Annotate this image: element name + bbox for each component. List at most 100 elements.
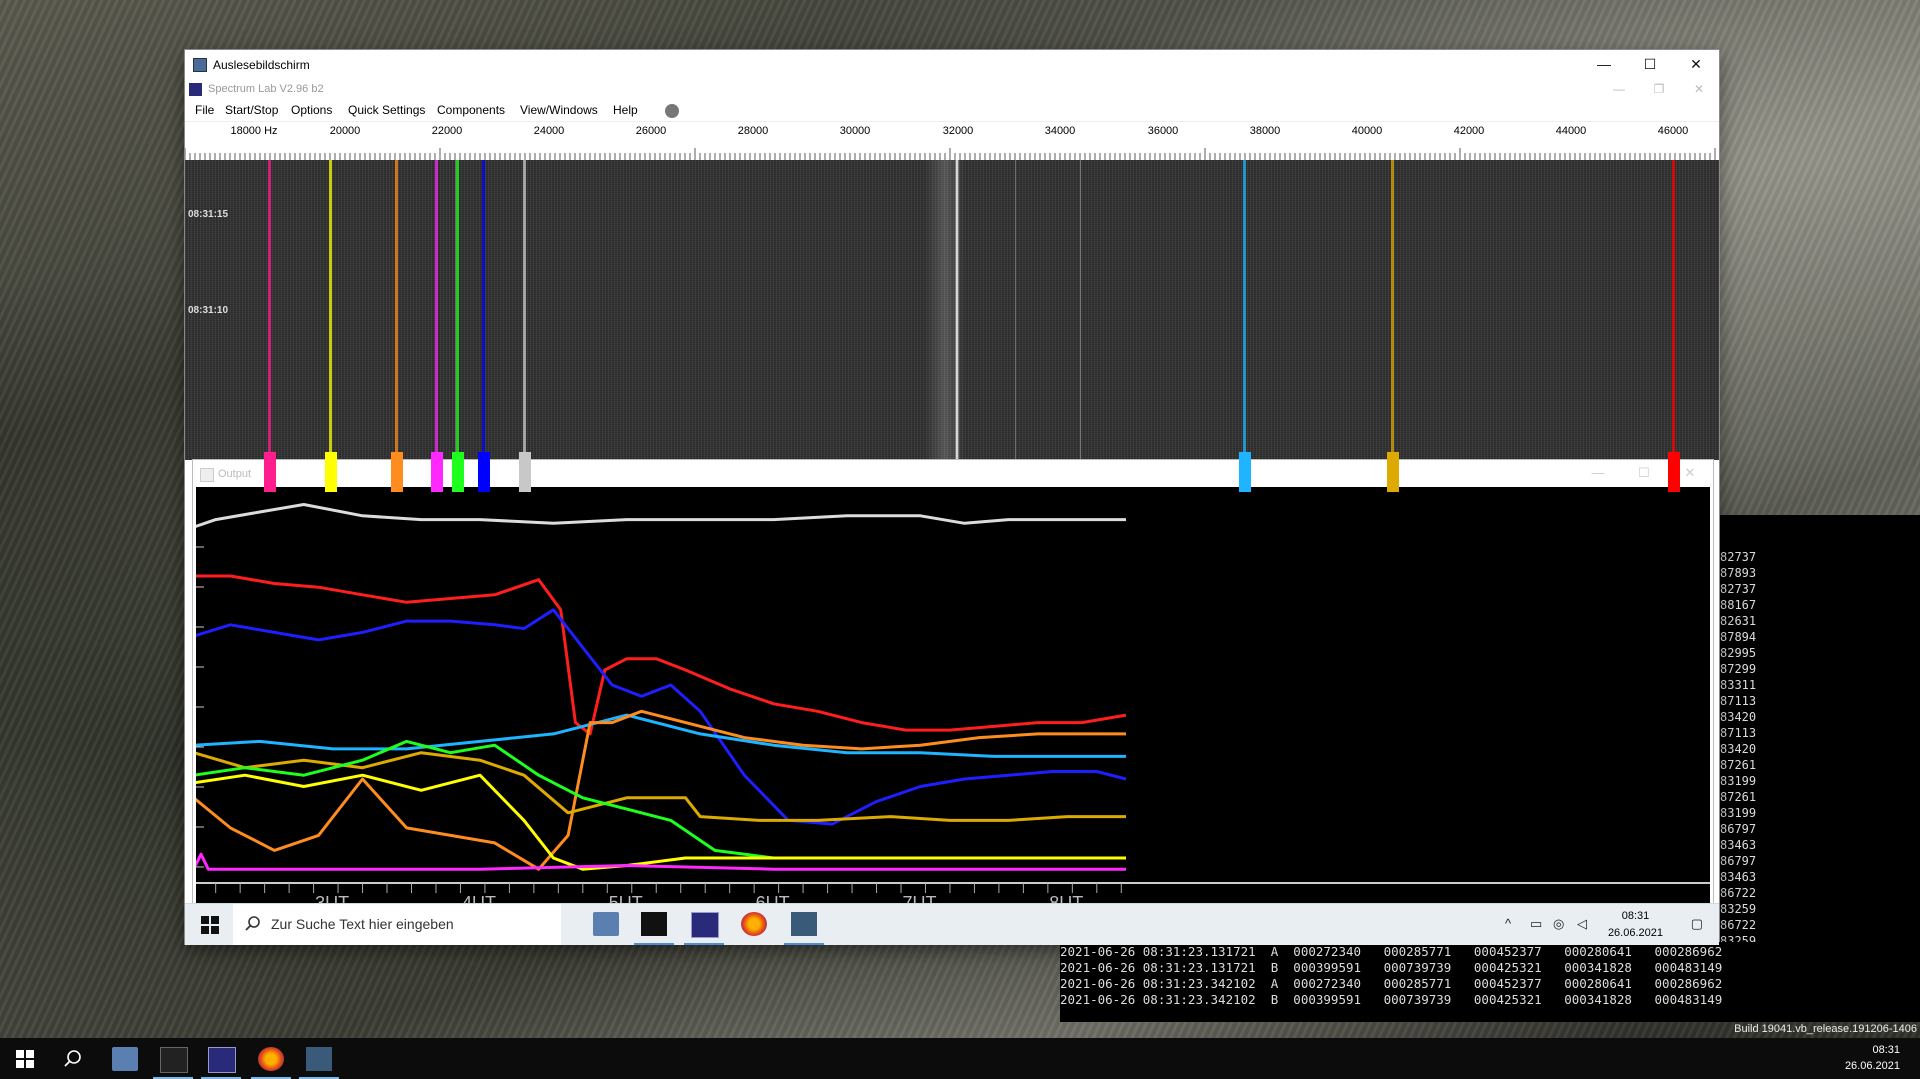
menu-start-stop[interactable]: Start/Stop [225,103,278,117]
console-line: 83259 [1720,902,1757,916]
series-line [196,773,1126,871]
frequency-marker-line[interactable] [395,160,398,460]
menu-options[interactable]: Options [291,103,332,117]
frequency-marker-line[interactable] [435,160,438,460]
windows-start-icon[interactable] [16,1050,34,1068]
taskbar: 08:31 26.06.2021 [0,1038,1920,1079]
menu-file[interactable]: File [195,103,214,117]
calculator-icon[interactable] [593,912,619,936]
maximize-button[interactable]: ☐ [1627,50,1673,79]
python-app-icon[interactable] [306,1047,332,1071]
waterfall-time: 08:31:10 [188,305,229,316]
output-minimize-button[interactable]: — [1575,460,1621,486]
spectrum-close-button[interactable]: ✕ [1679,79,1719,100]
console-line: 87113 [1720,694,1757,708]
frequency-marker-block[interactable] [325,452,337,492]
frequency-marker-block[interactable] [1239,452,1251,492]
inner-clock-date: 26.06.2021 [1607,927,1663,939]
output-icon [200,468,214,482]
minimize-button[interactable]: — [1581,50,1627,79]
console-line: 86722 [1720,918,1757,932]
console-line: 88167 [1720,598,1757,612]
spectrum-minimize-button[interactable]: — [1599,79,1639,100]
active-indicator [784,943,824,945]
freq-label: 28000 [737,125,769,137]
firefox-icon[interactable] [258,1047,284,1071]
inner-search-box[interactable]: Zur Suche Text hier eingeben [233,904,561,945]
console-line: 86797 [1720,854,1757,868]
network-globe-icon[interactable]: ◎ [1553,916,1564,932]
active-indicator [684,943,724,945]
menu-help[interactable]: Help [613,103,638,117]
frequency-marker-line[interactable] [1243,160,1246,460]
console-line: 87113 [1720,726,1757,740]
firefox-icon[interactable] [741,912,767,936]
console-line: 83463 [1720,838,1757,852]
spectrum-lab-taskbar-icon[interactable] [691,912,719,938]
console-line: 82995 [1720,646,1757,660]
close-button[interactable]: ✕ [1673,50,1719,79]
spectrum-lab-titlebar[interactable]: Spectrum Lab V2.96 b2 — ❐ ✕ [185,79,1719,100]
waterfall-display[interactable]: 08:31:15 08:31:10 [185,160,1719,460]
frequency-marker-line[interactable] [1391,160,1394,460]
calculator-icon[interactable] [112,1047,138,1071]
notifications-icon[interactable]: ▢ [1691,916,1703,932]
console-line: 83311 [1720,678,1757,692]
console-row: 2021-06-26 08:31:23.342102 B 000399591 0… [1060,992,1723,1007]
active-indicator [634,943,674,945]
outer-titlebar[interactable]: Auslesebildschirm — ☐ ✕ [185,50,1719,79]
battery-icon[interactable]: ▭ [1530,916,1542,932]
frequency-marker-block[interactable] [1668,452,1680,492]
python-app-icon[interactable] [791,912,817,936]
console-line: 87261 [1720,790,1757,804]
freq-label: 32000 [942,125,974,137]
spectrum-lab-icon [189,83,202,96]
frequency-marker-block[interactable] [452,452,464,492]
inner-clock[interactable]: 08:31 26.06.2021 [1608,908,1663,942]
frequency-marker-line[interactable] [268,160,271,460]
app-icon [193,58,207,72]
frequency-marker-line[interactable] [523,160,526,460]
volume-icon[interactable]: ◁ [1577,916,1587,932]
search-icon[interactable] [64,1050,82,1068]
console-line: 87893 [1720,566,1757,580]
menu-view-windows[interactable]: View/Windows [520,103,598,117]
output-chart: 3UT4UT5UT6UT7UT8UT [196,503,1710,913]
freq-label: 34000 [1044,125,1076,137]
menu-quick-settings[interactable]: Quick Settings [348,103,425,117]
clock[interactable]: 08:31 26.06.2021 [1845,1042,1900,1074]
frequency-marker-block[interactable] [264,452,276,492]
freq-label: 22000 [431,125,463,137]
console-line: 82631 [1720,614,1757,628]
inner-search-placeholder: Zur Suche Text hier eingeben [271,916,454,932]
frequency-marker-block[interactable] [519,452,531,492]
series-line [196,751,1126,822]
frequency-marker-block[interactable] [391,452,403,492]
frequency-scale[interactable]: 18000 Hz 20000 22000 24000 26000 28000 3… [185,122,1719,160]
windows-start-icon[interactable] [201,916,219,934]
tray-chevron-icon[interactable]: ^ [1505,916,1511,931]
frequency-marker-line[interactable] [482,160,485,460]
menu-bar: File Start/Stop Options Quick Settings C… [185,100,1719,122]
terminal-icon[interactable] [160,1047,188,1073]
frequency-marker-block[interactable] [1387,452,1399,492]
console-bottom: 2021-06-26 08:31:23.131721 A 000272340 0… [1060,942,1920,1022]
frequency-marker-block[interactable] [478,452,490,492]
frequency-marker-block[interactable] [431,452,443,492]
spectrum-lab-taskbar-icon[interactable] [208,1047,236,1073]
build-watermark: Build 19041.vb_release.191206-1406 [1734,1023,1917,1035]
console-line: 82737 [1720,582,1757,596]
frequency-marker-line[interactable] [456,160,459,460]
terminal-icon[interactable] [641,912,667,936]
console-line: 83463 [1720,870,1757,884]
menu-components[interactable]: Components [437,103,505,117]
frequency-marker-line[interactable] [329,160,332,460]
output-maximize-button[interactable]: ☐ [1621,460,1667,486]
frequency-marker-line[interactable] [1672,160,1675,460]
output-plot[interactable]: 3UT4UT5UT6UT7UT8UT [196,487,1710,917]
spectrum-maximize-button[interactable]: ❐ [1639,79,1679,100]
console-line: 82737 [1720,550,1757,564]
inner-taskbar: Zur Suche Text hier eingeben ^ ▭ ◎ ◁ 08:… [185,903,1719,945]
record-indicator-icon[interactable] [665,104,679,118]
output-titlebar[interactable]: Output — ☐ ✕ [193,460,1713,486]
